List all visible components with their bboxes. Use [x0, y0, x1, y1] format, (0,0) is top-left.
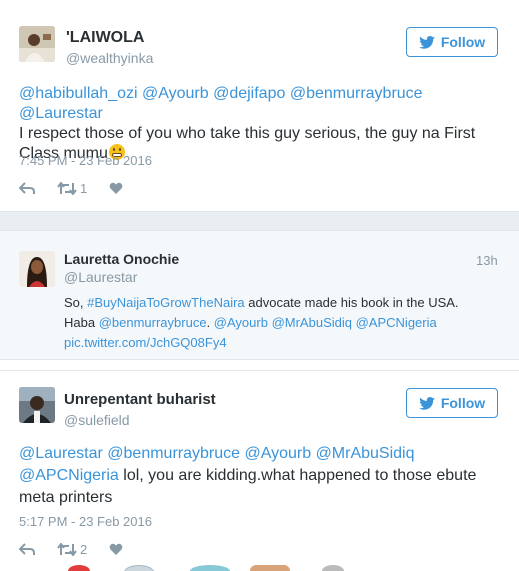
avatar-photo-icon [19, 387, 55, 423]
twitter-bird-icon [419, 396, 435, 410]
retweet-icon [57, 543, 77, 556]
follow-button[interactable]: Follow [406, 388, 498, 418]
like-button[interactable] [109, 182, 123, 195]
retweet-button[interactable]: 1 [57, 181, 87, 196]
tweet-body-line3: meta printers [19, 489, 113, 506]
mention-link[interactable]: @Ayourb [214, 315, 268, 330]
divider [0, 212, 519, 230]
avatar-peek [322, 565, 344, 571]
avatar-peek [250, 565, 290, 571]
text-prefix: So, [64, 295, 88, 310]
username[interactable]: @wealthyinka [66, 50, 153, 66]
avatar[interactable] [19, 251, 55, 287]
quoted-tweet-text: So, #BuyNaijaToGrowTheNaira advocate mad… [64, 293, 504, 353]
avatar[interactable] [19, 387, 55, 423]
retweet-button[interactable]: 2 [57, 542, 87, 557]
reply-button[interactable] [19, 543, 35, 556]
tweet-actions: 2 [19, 542, 145, 557]
tweet-actions: 1 [19, 181, 145, 196]
reply-icon [19, 543, 35, 555]
display-name[interactable]: Lauretta Onochie [64, 251, 179, 267]
mention-link[interactable]: @APCNigeria [19, 467, 119, 484]
next-content-peek [0, 565, 519, 571]
line2-prefix: Haba [64, 315, 99, 330]
display-name[interactable]: 'LAIWOLA [66, 29, 144, 47]
mention-link[interactable]: @benmurraybruce [99, 315, 207, 330]
mention-links[interactable]: @habibullah_ozi @Ayourb @dejifapo @benmu… [19, 85, 423, 122]
mention1-suffix: . [206, 315, 214, 330]
text-middle: advocate made his book in the USA. [244, 295, 459, 310]
tweet-body: lol, you are kidding.what happened to th… [118, 467, 477, 484]
tweet-timestamp[interactable]: 5:17 PM - 23 Feb 2016 [19, 514, 152, 529]
avatar-photo-icon [19, 251, 55, 287]
follow-label: Follow [440, 34, 486, 50]
follow-button[interactable]: Follow [406, 27, 498, 57]
username[interactable]: @sulefield [64, 412, 130, 428]
tweet-card: 'LAIWOLA @wealthyinka Follow @habibullah… [0, 0, 519, 212]
hashtag-link[interactable]: #BuyNaijaToGrowTheNaira [87, 295, 245, 310]
tweet-timestamp[interactable]: 7:45 PM - 23 Feb 2016 [19, 153, 152, 168]
avatar-photo-icon [19, 26, 55, 62]
mention-link[interactable]: @MrAbuSidiq [272, 315, 352, 330]
avatar-peek [190, 565, 230, 571]
relative-time[interactable]: 13h [476, 253, 498, 268]
follow-label: Follow [440, 395, 486, 411]
pic-link[interactable]: pic.twitter.com/JchGQ08Fy4 [64, 335, 227, 350]
username[interactable]: @Laurestar [64, 269, 137, 285]
quoted-tweet-card[interactable]: Lauretta Onochie @Laurestar 13h So, #Buy… [0, 230, 519, 360]
mention-links[interactable]: @Laurestar @benmurraybruce @Ayourb @MrAb… [19, 445, 415, 462]
heart-icon [109, 543, 123, 555]
reply-button[interactable] [19, 182, 35, 195]
retweet-icon [57, 182, 77, 195]
avatar-peek [68, 565, 90, 571]
tweet-text: @habibullah_ozi @Ayourb @dejifapo @benmu… [19, 84, 499, 164]
like-button[interactable] [109, 543, 123, 556]
tweet-text: @Laurestar @benmurraybruce @Ayourb @MrAb… [19, 443, 499, 509]
heart-icon [109, 182, 123, 194]
avatar-peek [124, 565, 154, 571]
retweet-count: 1 [80, 181, 88, 196]
avatar[interactable] [19, 26, 55, 62]
mention-link[interactable]: @APCNigeria [356, 315, 437, 330]
tweet-card: Unrepentant buharist @sulefield Follow @… [0, 370, 519, 571]
retweet-count: 2 [80, 542, 88, 557]
reply-icon [19, 182, 35, 194]
twitter-bird-icon [419, 35, 435, 49]
display-name[interactable]: Unrepentant buharist [64, 391, 216, 408]
